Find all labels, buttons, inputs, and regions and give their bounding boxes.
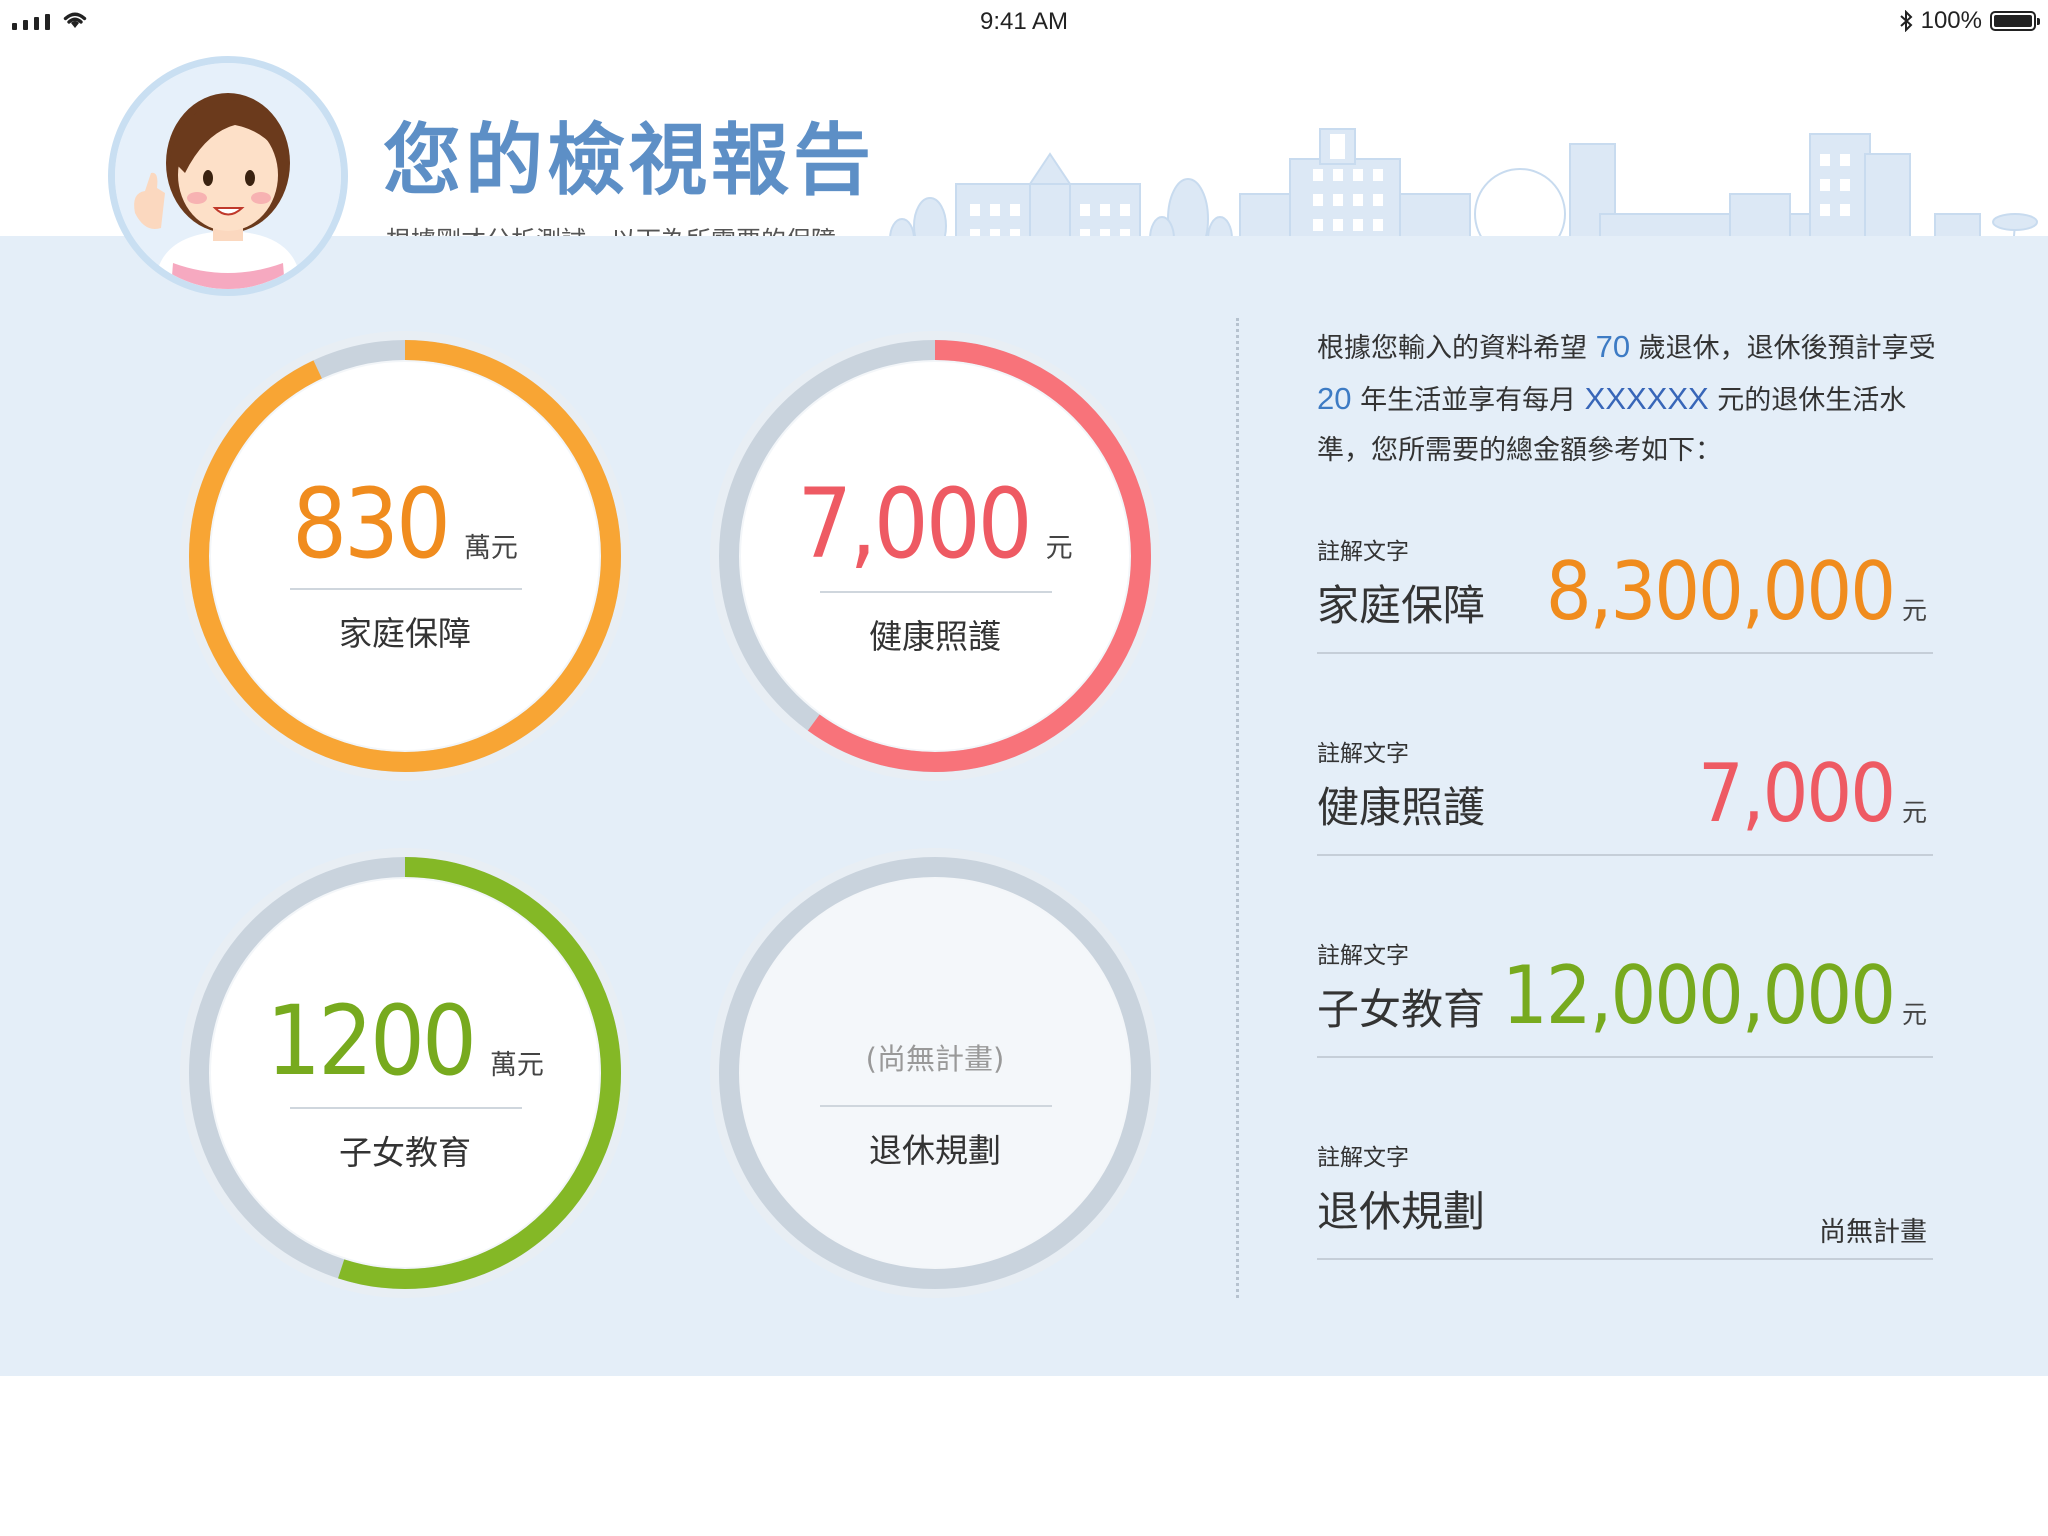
ring-family-protection[interactable]: 830 萬元 家庭保障 [175,326,635,786]
intro-text: 根據您輸入的資料希望 [1317,333,1596,364]
item-value: 7,000 [1698,747,1896,840]
ring-label: 退休規劃 [869,1131,1001,1170]
item-note: 註解文字 [1317,1145,1409,1171]
intro-text: 歲退休，退休後預計享受 [1630,333,1936,364]
ring-divider [290,1107,522,1109]
ring-unit: 萬元 [489,1050,544,1081]
item-name: 健康照護 [1317,783,1486,832]
avatar [108,56,348,296]
item-value: 12,000,000 [1502,949,1896,1042]
girl-avatar-icon [115,63,341,289]
battery-percent: 100% [1920,7,1982,34]
summary-item-retirement: 註解文字 退休規劃 尚無計畫 [1317,1138,1933,1260]
ring-divider [820,1105,1052,1107]
summary-intro: 根據您輸入的資料希望 70 歲退休，退休後預計享受 20 年生活並享有每月 XX… [1317,322,1937,476]
item-name: 子女教育 [1317,985,1486,1034]
battery-icon [1990,11,2040,31]
item-note: 註解文字 [1317,943,1409,969]
ring-unit: 萬元 [463,533,518,564]
column-divider [1236,318,1239,1298]
page-title: 您的檢視報告 [383,116,876,206]
bluetooth-icon [1899,10,1913,32]
ring-value: 830 [292,468,451,580]
item-name: 退休規劃 [1317,1187,1486,1236]
ring-unit: 元 [1045,533,1073,564]
summary-item-family: 註解文字 家庭保障 8,300,000 元 [1317,532,1933,654]
years-value: 20 [1317,381,1352,416]
item-no-plan-text: 尚無計畫 [1819,1217,1927,1248]
ring-health-care[interactable]: 7,000 元 健康照護 [705,326,1165,786]
retire-age-value: 70 [1595,329,1631,364]
ring-label: 健康照護 [869,617,1001,656]
item-unit: 元 [1901,1000,1927,1029]
item-name: 家庭保障 [1317,581,1486,630]
ring-retirement-plan[interactable]: (尚無計畫) 退休規劃 [705,843,1165,1303]
item-note: 註解文字 [1317,539,1409,565]
monthly-value: XXXXXX [1584,381,1709,416]
status-time: 9:41 AM [979,8,1069,35]
item-unit: 元 [1901,596,1927,625]
status-bar: 9:41 AM 100% [0,0,2048,44]
intro-text: 年生活並享有每月 [1351,385,1585,416]
item-unit: 元 [1901,798,1927,827]
ring-divider [290,588,522,590]
item-value: 8,300,000 [1545,545,1896,638]
ring-label: 子女教育 [339,1133,471,1172]
ring-divider [820,591,1052,593]
ring-value: 1200 [266,985,477,1097]
summary-item-health: 註解文字 健康照護 7,000 元 [1317,734,1933,856]
ring-value: 7,000 [797,468,1032,580]
ring-child-education[interactable]: 1200 萬元 子女教育 [175,843,635,1303]
summary-item-education: 註解文字 子女教育 12,000,000 元 [1317,936,1933,1058]
ring-label: 家庭保障 [339,614,471,653]
no-plan-text: (尚無計畫) [865,1042,1005,1076]
item-note: 註解文字 [1317,741,1409,767]
